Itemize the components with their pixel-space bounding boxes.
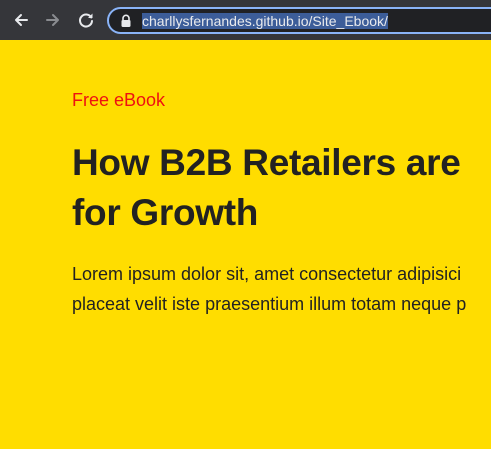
- intro-line-1: Lorem ipsum dolor sit, amet consectetur …: [72, 264, 462, 284]
- back-button[interactable]: [10, 9, 32, 31]
- browser-window: charllysfernandes.github.io/Site_Ebook/ …: [0, 0, 491, 470]
- ebook-label: Free eBook: [72, 90, 166, 110]
- forward-arrow-icon: [46, 14, 59, 26]
- url-selection: charllysfernandes.github.io/Site_Ebook/: [142, 13, 388, 29]
- browser-toolbar: charllysfernandes.github.io/Site_Ebook/: [0, 0, 491, 40]
- intro-paragraph: Lorem ipsum dolor sit, amet consectetur …: [72, 259, 491, 319]
- address-bar[interactable]: charllysfernandes.github.io/Site_Ebook/: [107, 7, 491, 34]
- forward-button[interactable]: [42, 9, 64, 31]
- headline-line-2: for Growth: [72, 192, 259, 233]
- intro-line-2: placeat velit iste praesentium illum tot…: [72, 294, 467, 314]
- reload-icon: [79, 13, 93, 28]
- page-viewport: Free eBook How B2B Retailers are for Gro…: [0, 40, 491, 449]
- back-arrow-icon: [15, 14, 28, 26]
- reload-button[interactable]: [75, 9, 97, 31]
- headline-line-1: How B2B Retailers are: [72, 142, 461, 183]
- lock-icon[interactable]: [119, 14, 133, 28]
- url-text[interactable]: charllysfernandes.github.io/Site_Ebook/: [142, 12, 388, 30]
- page-headline: How B2B Retailers are for Growth: [72, 138, 491, 238]
- bottom-blank-area: [0, 449, 491, 470]
